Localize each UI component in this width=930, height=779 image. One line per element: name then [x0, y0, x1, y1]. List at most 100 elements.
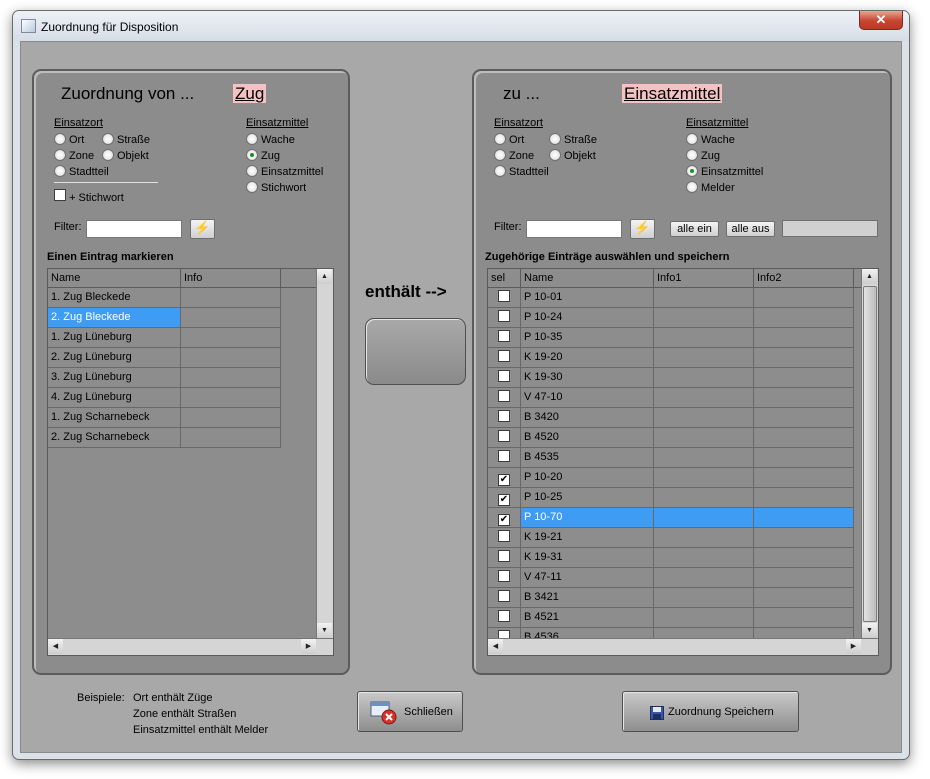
left-radio-zug[interactable]: Zug [246, 149, 280, 163]
scroll-up-icon[interactable]: ▲ [862, 269, 877, 284]
scroll-down-icon[interactable]: ▼ [317, 623, 332, 638]
radio-label: Zone [69, 150, 95, 162]
left-radio-stadtteil[interactable]: Stadtteil [54, 165, 109, 179]
right-radio-objekt[interactable]: Objekt [549, 149, 596, 163]
row-checkbox[interactable] [498, 590, 510, 602]
stichwort-checkbox[interactable]: + Stichwort [54, 189, 124, 204]
right-radio-zone[interactable]: Zone [494, 149, 534, 163]
left-panel: Zuordnung von ... Zug Einsatzort Ort Str… [32, 69, 350, 675]
table-row[interactable]: P 10-01 [488, 288, 854, 308]
table-row[interactable]: B 4521 [488, 608, 854, 628]
table-row[interactable]: 1. Zug Lüneburg [48, 328, 281, 348]
table-row[interactable]: 2. Zug Bleckede [48, 308, 281, 328]
column-header-info1[interactable]: Info1 [654, 269, 754, 288]
window-title: Zuordnung für Disposition [41, 20, 179, 34]
table-row[interactable]: P 10-24 [488, 308, 854, 328]
left-radio-stichwort[interactable]: Stichwort [246, 181, 306, 195]
row-checkbox[interactable] [498, 550, 510, 562]
column-header-name[interactable]: Name [48, 269, 181, 288]
middle-action-button[interactable] [365, 318, 466, 385]
scroll-thumb[interactable] [863, 286, 877, 622]
table-row[interactable]: K 19-21 [488, 528, 854, 548]
table-row[interactable]: V 47-10 [488, 388, 854, 408]
column-header-sel[interactable]: sel [488, 269, 521, 288]
table-row[interactable]: K 19-30 [488, 368, 854, 388]
row-checkbox[interactable]: ✔ [498, 474, 510, 486]
row-checkbox[interactable] [498, 530, 510, 542]
row-checkbox[interactable] [498, 290, 510, 302]
right-filter-button[interactable]: ⚡ [630, 219, 655, 239]
scroll-up-icon[interactable]: ▲ [317, 269, 332, 284]
right-radio-melder[interactable]: Melder [686, 181, 735, 195]
table-row[interactable]: 2. Zug Lüneburg [48, 348, 281, 368]
left-radio-wache[interactable]: Wache [246, 133, 295, 147]
table-row[interactable]: 3. Zug Lüneburg [48, 368, 281, 388]
table-row[interactable]: 1. Zug Scharnebeck [48, 408, 281, 428]
cell-sel: ✔ [488, 468, 521, 488]
window-close-button[interactable]: ✕ [859, 11, 903, 30]
row-checkbox[interactable] [498, 330, 510, 342]
row-checkbox[interactable] [498, 390, 510, 402]
table-row[interactable]: 4. Zug Lüneburg [48, 388, 281, 408]
table-row[interactable]: 1. Zug Bleckede [48, 288, 281, 308]
right-filter-input[interactable] [526, 220, 622, 238]
save-assignment-button[interactable]: Zuordnung Speichern [622, 691, 799, 732]
row-checkbox[interactable] [498, 310, 510, 322]
scroll-right-icon[interactable]: ▶ [846, 639, 861, 654]
table-row[interactable]: K 19-20 [488, 348, 854, 368]
left-radio-einsatzmittel[interactable]: Einsatzmittel [246, 165, 323, 179]
right-radio-wache[interactable]: Wache [686, 133, 735, 147]
left-vertical-scrollbar[interactable]: ▲ ▼ [316, 269, 333, 638]
row-checkbox[interactable]: ✔ [498, 494, 510, 506]
left-radio-zone[interactable]: Zone [54, 149, 94, 163]
all-off-button[interactable]: alle aus [726, 221, 775, 237]
left-radio-objekt[interactable]: Objekt [102, 149, 149, 163]
scroll-right-icon[interactable]: ▶ [301, 639, 316, 654]
right-radio-stadtteil[interactable]: Stadtteil [494, 165, 549, 179]
table-row[interactable]: ✔ P 10-70 [488, 508, 854, 528]
row-checkbox[interactable] [498, 410, 510, 422]
table-row[interactable]: B 4520 [488, 428, 854, 448]
cell-info [181, 328, 281, 348]
scroll-down-icon[interactable]: ▼ [862, 623, 877, 638]
cell-info1 [654, 548, 754, 568]
right-radio-ort[interactable]: Ort [494, 133, 524, 147]
table-row[interactable]: B 3420 [488, 408, 854, 428]
row-checkbox[interactable] [498, 610, 510, 622]
all-on-button[interactable]: alle ein [670, 221, 719, 237]
table-row[interactable]: 2. Zug Scharnebeck [48, 428, 281, 448]
row-checkbox[interactable] [498, 430, 510, 442]
column-header-info[interactable]: Info [181, 269, 281, 288]
row-checkbox[interactable] [498, 370, 510, 382]
row-checkbox[interactable] [498, 450, 510, 462]
scroll-left-icon[interactable]: ◀ [488, 639, 503, 654]
right-radio-strasse[interactable]: Straße [549, 133, 597, 147]
table-row[interactable]: ✔ P 10-20 [488, 468, 854, 488]
left-radio-strasse[interactable]: Straße [102, 133, 150, 147]
table-row[interactable]: P 10-35 [488, 328, 854, 348]
cell-info1 [654, 348, 754, 368]
table-row[interactable]: ✔ P 10-25 [488, 488, 854, 508]
row-checkbox[interactable] [498, 570, 510, 582]
row-checkbox[interactable]: ✔ [498, 514, 510, 526]
radio-label: Zone [509, 150, 535, 162]
left-filter-input[interactable] [86, 220, 182, 238]
right-vertical-scrollbar[interactable]: ▲ ▼ [861, 269, 878, 638]
cell-info1 [654, 488, 754, 508]
table-row[interactable]: B 3421 [488, 588, 854, 608]
right-radio-zug[interactable]: Zug [686, 149, 720, 163]
row-checkbox[interactable] [498, 350, 510, 362]
right-radio-einsatzmittel[interactable]: Einsatzmittel [686, 165, 763, 179]
left-horizontal-scrollbar[interactable]: ◀ ▶ [48, 638, 333, 655]
left-radio-ort[interactable]: Ort [54, 133, 84, 147]
table-row[interactable]: K 19-31 [488, 548, 854, 568]
column-header-info2[interactable]: Info2 [754, 269, 854, 288]
table-row[interactable]: B 4535 [488, 448, 854, 468]
radio-label: Stadtteil [69, 166, 109, 178]
column-header-name[interactable]: Name [521, 269, 654, 288]
close-button[interactable]: Schließen [357, 691, 463, 732]
scroll-left-icon[interactable]: ◀ [48, 639, 63, 654]
table-row[interactable]: V 47-11 [488, 568, 854, 588]
left-filter-button[interactable]: ⚡ [190, 219, 215, 239]
right-horizontal-scrollbar[interactable]: ◀ ▶ [488, 638, 878, 655]
